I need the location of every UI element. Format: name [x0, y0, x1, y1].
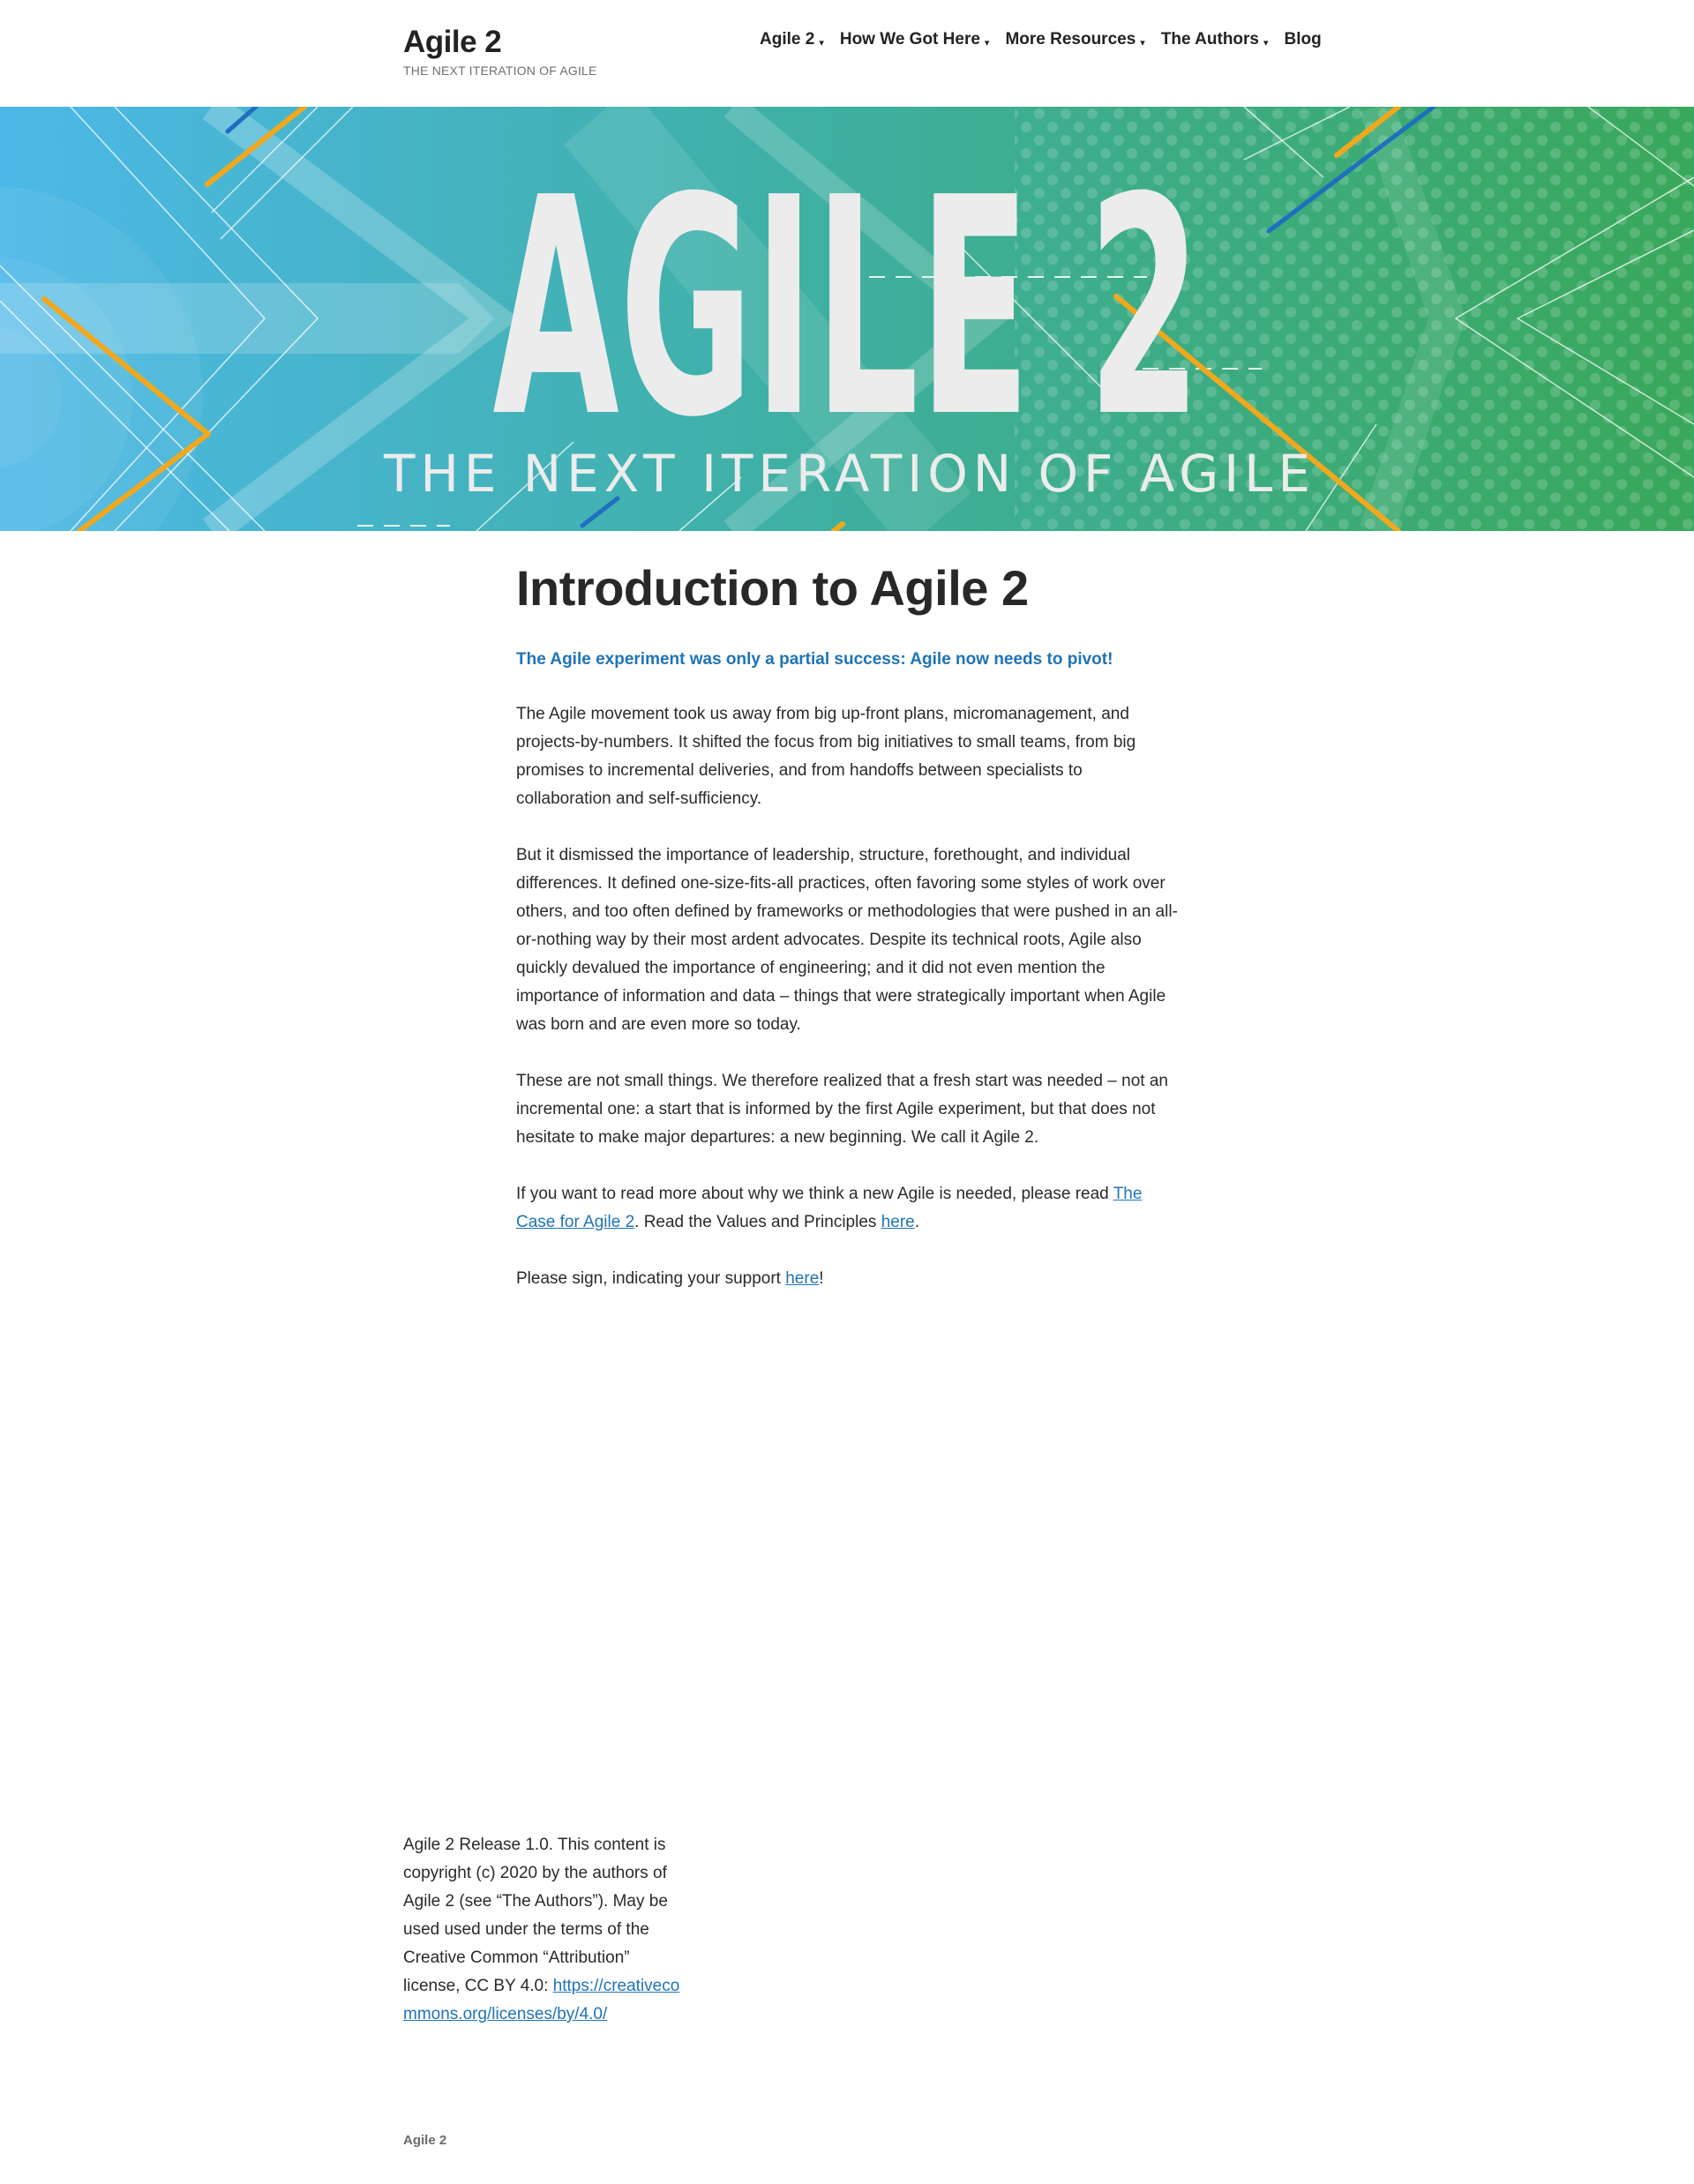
- paragraph-3: These are not small things. We therefore…: [516, 1072, 1168, 1147]
- site-description: THE NEXT ITERATION OF AGILE: [403, 64, 597, 78]
- caret-down-icon: ▾: [984, 37, 990, 49]
- nav-item-label: How We Got Here: [839, 30, 980, 49]
- site-title[interactable]: Agile 2: [403, 25, 597, 60]
- license-text: Agile 2 Release 1.0. This content is cop…: [403, 1836, 668, 1995]
- site-info[interactable]: Agile 2: [403, 2133, 446, 2148]
- nav-item-the-authors[interactable]: The Authors ▾: [1161, 30, 1269, 49]
- caret-down-icon: ▾: [819, 37, 824, 49]
- hero-banner: AGILE 2 THE NEXT ITERATION OF AGILE: [0, 107, 1694, 531]
- sign-support-link[interactable]: here: [785, 1269, 819, 1288]
- nav-item-blog[interactable]: Blog: [1285, 30, 1322, 49]
- nav-item-label: Blog: [1284, 30, 1322, 49]
- nav-item-label: More Resources: [1005, 30, 1136, 49]
- lead-text: The Agile experiment was only a partial …: [516, 650, 1113, 669]
- hero-headline: AGILE 2: [492, 133, 1201, 482]
- paragraph-4-text: If you want to read more about why we th…: [516, 1185, 1113, 1203]
- nav-item-label: The Authors: [1160, 30, 1259, 49]
- site-header: Agile 2 THE NEXT ITERATION OF AGILE Agil…: [0, 0, 1694, 107]
- paragraph-5-text: !: [819, 1269, 824, 1288]
- nav-item-how-we-got-here[interactable]: How We Got Here ▾: [840, 30, 990, 49]
- page-title: Introduction to Agile 2: [516, 560, 1029, 616]
- paragraph-5: Please sign, indicating your support her…: [516, 1265, 1178, 1293]
- paragraph-5-text: Please sign, indicating your support: [516, 1269, 786, 1288]
- hero-graphic: AGILE 2 THE NEXT ITERATION OF AGILE: [0, 107, 1694, 531]
- main-navigation: Agile 2 ▾ How We Got Here ▾ More Resourc…: [760, 30, 1322, 49]
- paragraph-1: The Agile movement took us away from big…: [516, 705, 1136, 808]
- paragraph-4-text: .: [914, 1213, 919, 1231]
- caret-down-icon: ▾: [1140, 37, 1145, 49]
- nav-item-more-resources[interactable]: More Resources ▾: [1005, 30, 1144, 49]
- nav-item-agile-2[interactable]: Agile 2 ▾: [760, 30, 824, 49]
- paragraph-4-text: . Read the Values and Principles: [634, 1213, 881, 1231]
- paragraph-2: But it dismissed the importance of leade…: [516, 846, 1178, 1034]
- entry-content: Introduction to Agile 2 The Agile experi…: [516, 557, 1178, 1321]
- paragraph-4: If you want to read more about why we th…: [516, 1180, 1178, 1237]
- footer-license-widget: Agile 2 Release 1.0. This content is cop…: [403, 1831, 686, 2029]
- nav-item-label: Agile 2: [760, 30, 815, 49]
- site-branding: Agile 2 THE NEXT ITERATION OF AGILE: [403, 25, 597, 78]
- caret-down-icon: ▾: [1263, 37, 1269, 49]
- values-principles-link[interactable]: here: [881, 1213, 915, 1231]
